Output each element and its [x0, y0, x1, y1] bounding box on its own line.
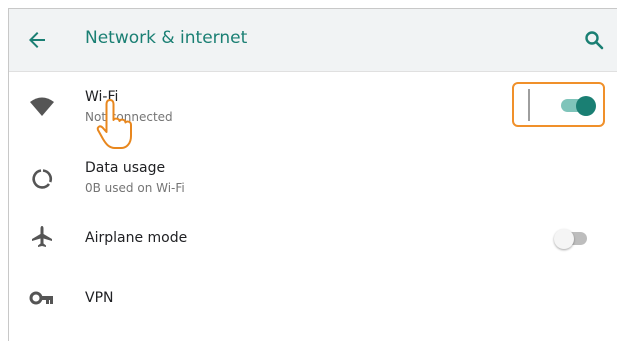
setting-item-data-usage[interactable]: Data usage 0B used on Wi-Fi [9, 152, 617, 212]
setting-item-airplane-mode[interactable]: Airplane mode [9, 209, 617, 269]
toggle-thumb [576, 96, 596, 116]
setting-item-vpn[interactable]: VPN [9, 269, 617, 329]
setting-item-label: VPN [85, 290, 114, 306]
search-icon[interactable] [582, 28, 606, 52]
arrow-left-icon[interactable] [25, 28, 49, 52]
setting-item-subtitle: Not connected [85, 110, 173, 124]
setting-item-subtitle: 0B used on Wi-Fi [85, 181, 185, 195]
airplane-icon [32, 226, 52, 247]
toggle-thumb [554, 229, 574, 249]
wifi-toggle[interactable] [561, 96, 597, 116]
setting-item-label: Wi-Fi [85, 89, 119, 105]
vpn-key-icon [29, 291, 53, 305]
divider [528, 89, 530, 121]
page-title: Network & internet [85, 28, 248, 48]
data-usage-icon [32, 169, 53, 189]
airplane-mode-toggle[interactable] [554, 229, 590, 249]
wifi-toggle-highlight [512, 82, 605, 127]
wifi-icon [30, 97, 54, 116]
setting-item-label: Airplane mode [85, 230, 188, 246]
setting-item-label: Data usage [85, 160, 166, 176]
settings-screen: Network & internet Wi-Fi Not connected D… [8, 8, 617, 341]
app-bar: Network & internet [9, 9, 617, 72]
